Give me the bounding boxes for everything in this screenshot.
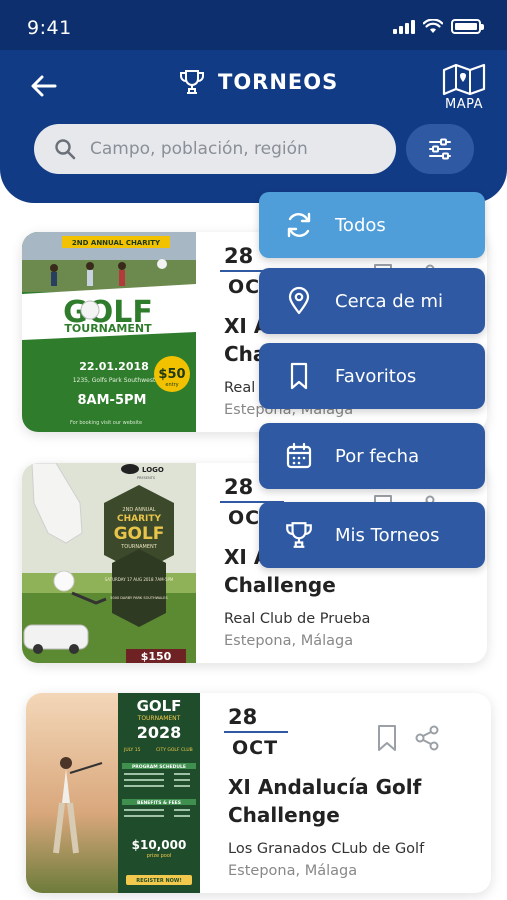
- share-icon[interactable]: [414, 723, 440, 753]
- tournament-poster: LOGO PRESENTS 2ND ANNUAL CHARITY GOLF TO…: [22, 463, 196, 663]
- poster-subtitle: TOURNAMENT: [137, 715, 181, 722]
- poster-venue: 1235, Golfs Park Southwest: [73, 377, 156, 384]
- menu-item-label: Por fecha: [335, 445, 420, 467]
- poster-price: $50: [158, 367, 185, 382]
- poster-register: REGISTER NOW!: [136, 878, 181, 884]
- map-label: MAPA: [444, 97, 483, 112]
- poster-prize-note: prize pool: [147, 853, 172, 859]
- search-bar: [34, 124, 396, 174]
- event-day: 28: [224, 475, 254, 499]
- menu-item-mis-torneos[interactable]: Mis Torneos: [259, 502, 485, 568]
- menu-item-label: Todos: [335, 214, 386, 236]
- poster-price-note: entry: [165, 382, 178, 388]
- poster-logo-sub: PRESENTS: [137, 476, 156, 480]
- poster-date: JULY 15: [123, 747, 141, 753]
- menu-item-cerca-de-mi[interactable]: Cerca de mi: [259, 268, 485, 334]
- status-icons: [393, 19, 484, 34]
- map-icon: [442, 63, 486, 96]
- page-title: TORNEOS: [218, 70, 339, 94]
- poster-prize: $10,000: [132, 838, 187, 852]
- poster-logo: LOGO: [142, 466, 164, 474]
- poster-price: $150: [141, 650, 172, 663]
- poster-subtitle: TOURNAMENT: [64, 322, 152, 335]
- poster-footer: For booking visit our website: [70, 420, 142, 426]
- menu-item-label: Mis Torneos: [335, 524, 440, 546]
- poster-year: 2028: [137, 723, 182, 742]
- tournament-poster: GOLF TOURNAMENT 2028 JULY 15 CITY GOLF C…: [26, 693, 200, 893]
- date-divider: [224, 731, 288, 733]
- trophy-icon: [283, 519, 315, 551]
- poster-section-2: BENEFITS & FEES: [137, 800, 181, 806]
- arrow-left-icon: [31, 75, 57, 97]
- poster-title-2: GOLF: [114, 524, 165, 544]
- sliders-icon: [429, 138, 451, 160]
- page-title-group: TORNEOS: [178, 68, 338, 96]
- refresh-icon: [283, 209, 315, 241]
- menu-item-label: Favoritos: [335, 365, 417, 387]
- map-button[interactable]: MAPA: [439, 62, 489, 112]
- back-button[interactable]: [28, 70, 60, 102]
- menu-item-por-fecha[interactable]: Por fecha: [259, 423, 485, 489]
- event-location: Estepona, Málaga: [224, 633, 354, 649]
- tournament-card[interactable]: GOLF TOURNAMENT 2028 JULY 15 CITY GOLF C…: [26, 693, 491, 893]
- calendar-icon: [283, 440, 315, 472]
- menu-item-favoritos[interactable]: Favoritos: [259, 343, 485, 409]
- poster-date: 22.01.2018: [79, 360, 149, 373]
- tournament-poster: 2ND ANNUAL CHARITY GOLF TOURNAMENT 22.01…: [22, 232, 196, 432]
- poster-title: GOLF: [137, 697, 182, 715]
- poster-banner: 2ND ANNUAL: [122, 507, 155, 513]
- event-month: OCT: [232, 737, 279, 759]
- app-header: 9:41 TORNEOS MAPA Campo, población, regi…: [0, 0, 507, 203]
- battery-icon: [451, 19, 484, 34]
- poster-details: SATURDAY 17 AUG 2018 7AM-5PM: [105, 577, 174, 582]
- poster-section-1: PROGRAM SCHEDULE: [132, 764, 186, 770]
- status-time: 9:41: [27, 17, 72, 39]
- cellular-signal-icon: [393, 19, 415, 34]
- event-day: 28: [228, 705, 258, 729]
- poster-banner: 2ND ANNUAL CHARITY: [72, 239, 161, 247]
- event-location: Estepona, Málaga: [228, 863, 358, 879]
- search-input[interactable]: [90, 139, 360, 159]
- tournaments-screen: 9:41 TORNEOS MAPA Campo, población, regi…: [0, 0, 507, 900]
- menu-item-label: Cerca de mi: [335, 290, 444, 312]
- poster-venue: 5000 DARBY PARK SOUTHWALES: [110, 596, 168, 600]
- poster-hours: 8AM-5PM: [78, 393, 147, 408]
- bookmark-icon[interactable]: [374, 723, 400, 753]
- event-club: Los Granados CLub de Golf: [228, 841, 425, 857]
- wifi-icon: [423, 19, 443, 33]
- trophy-icon: [180, 70, 204, 94]
- search-icon: [55, 139, 76, 160]
- bookmark-icon: [283, 360, 315, 392]
- location-pin-icon: [283, 285, 315, 317]
- card-body: 28 OCT XI Andalucía Golf Challenge Los Gr…: [200, 693, 491, 893]
- status-bar: 9:41: [0, 0, 507, 50]
- poster-club: CITY GOLF CLUB: [156, 747, 193, 753]
- filter-button[interactable]: [406, 124, 474, 174]
- event-title: XI Andalucía GolfChallenge: [228, 775, 422, 827]
- event-club: Real Club de Prueba: [224, 611, 371, 627]
- event-day: 28: [224, 244, 254, 268]
- menu-item-todos[interactable]: Todos: [259, 192, 485, 258]
- poster-title-1: CHARITY: [117, 514, 162, 524]
